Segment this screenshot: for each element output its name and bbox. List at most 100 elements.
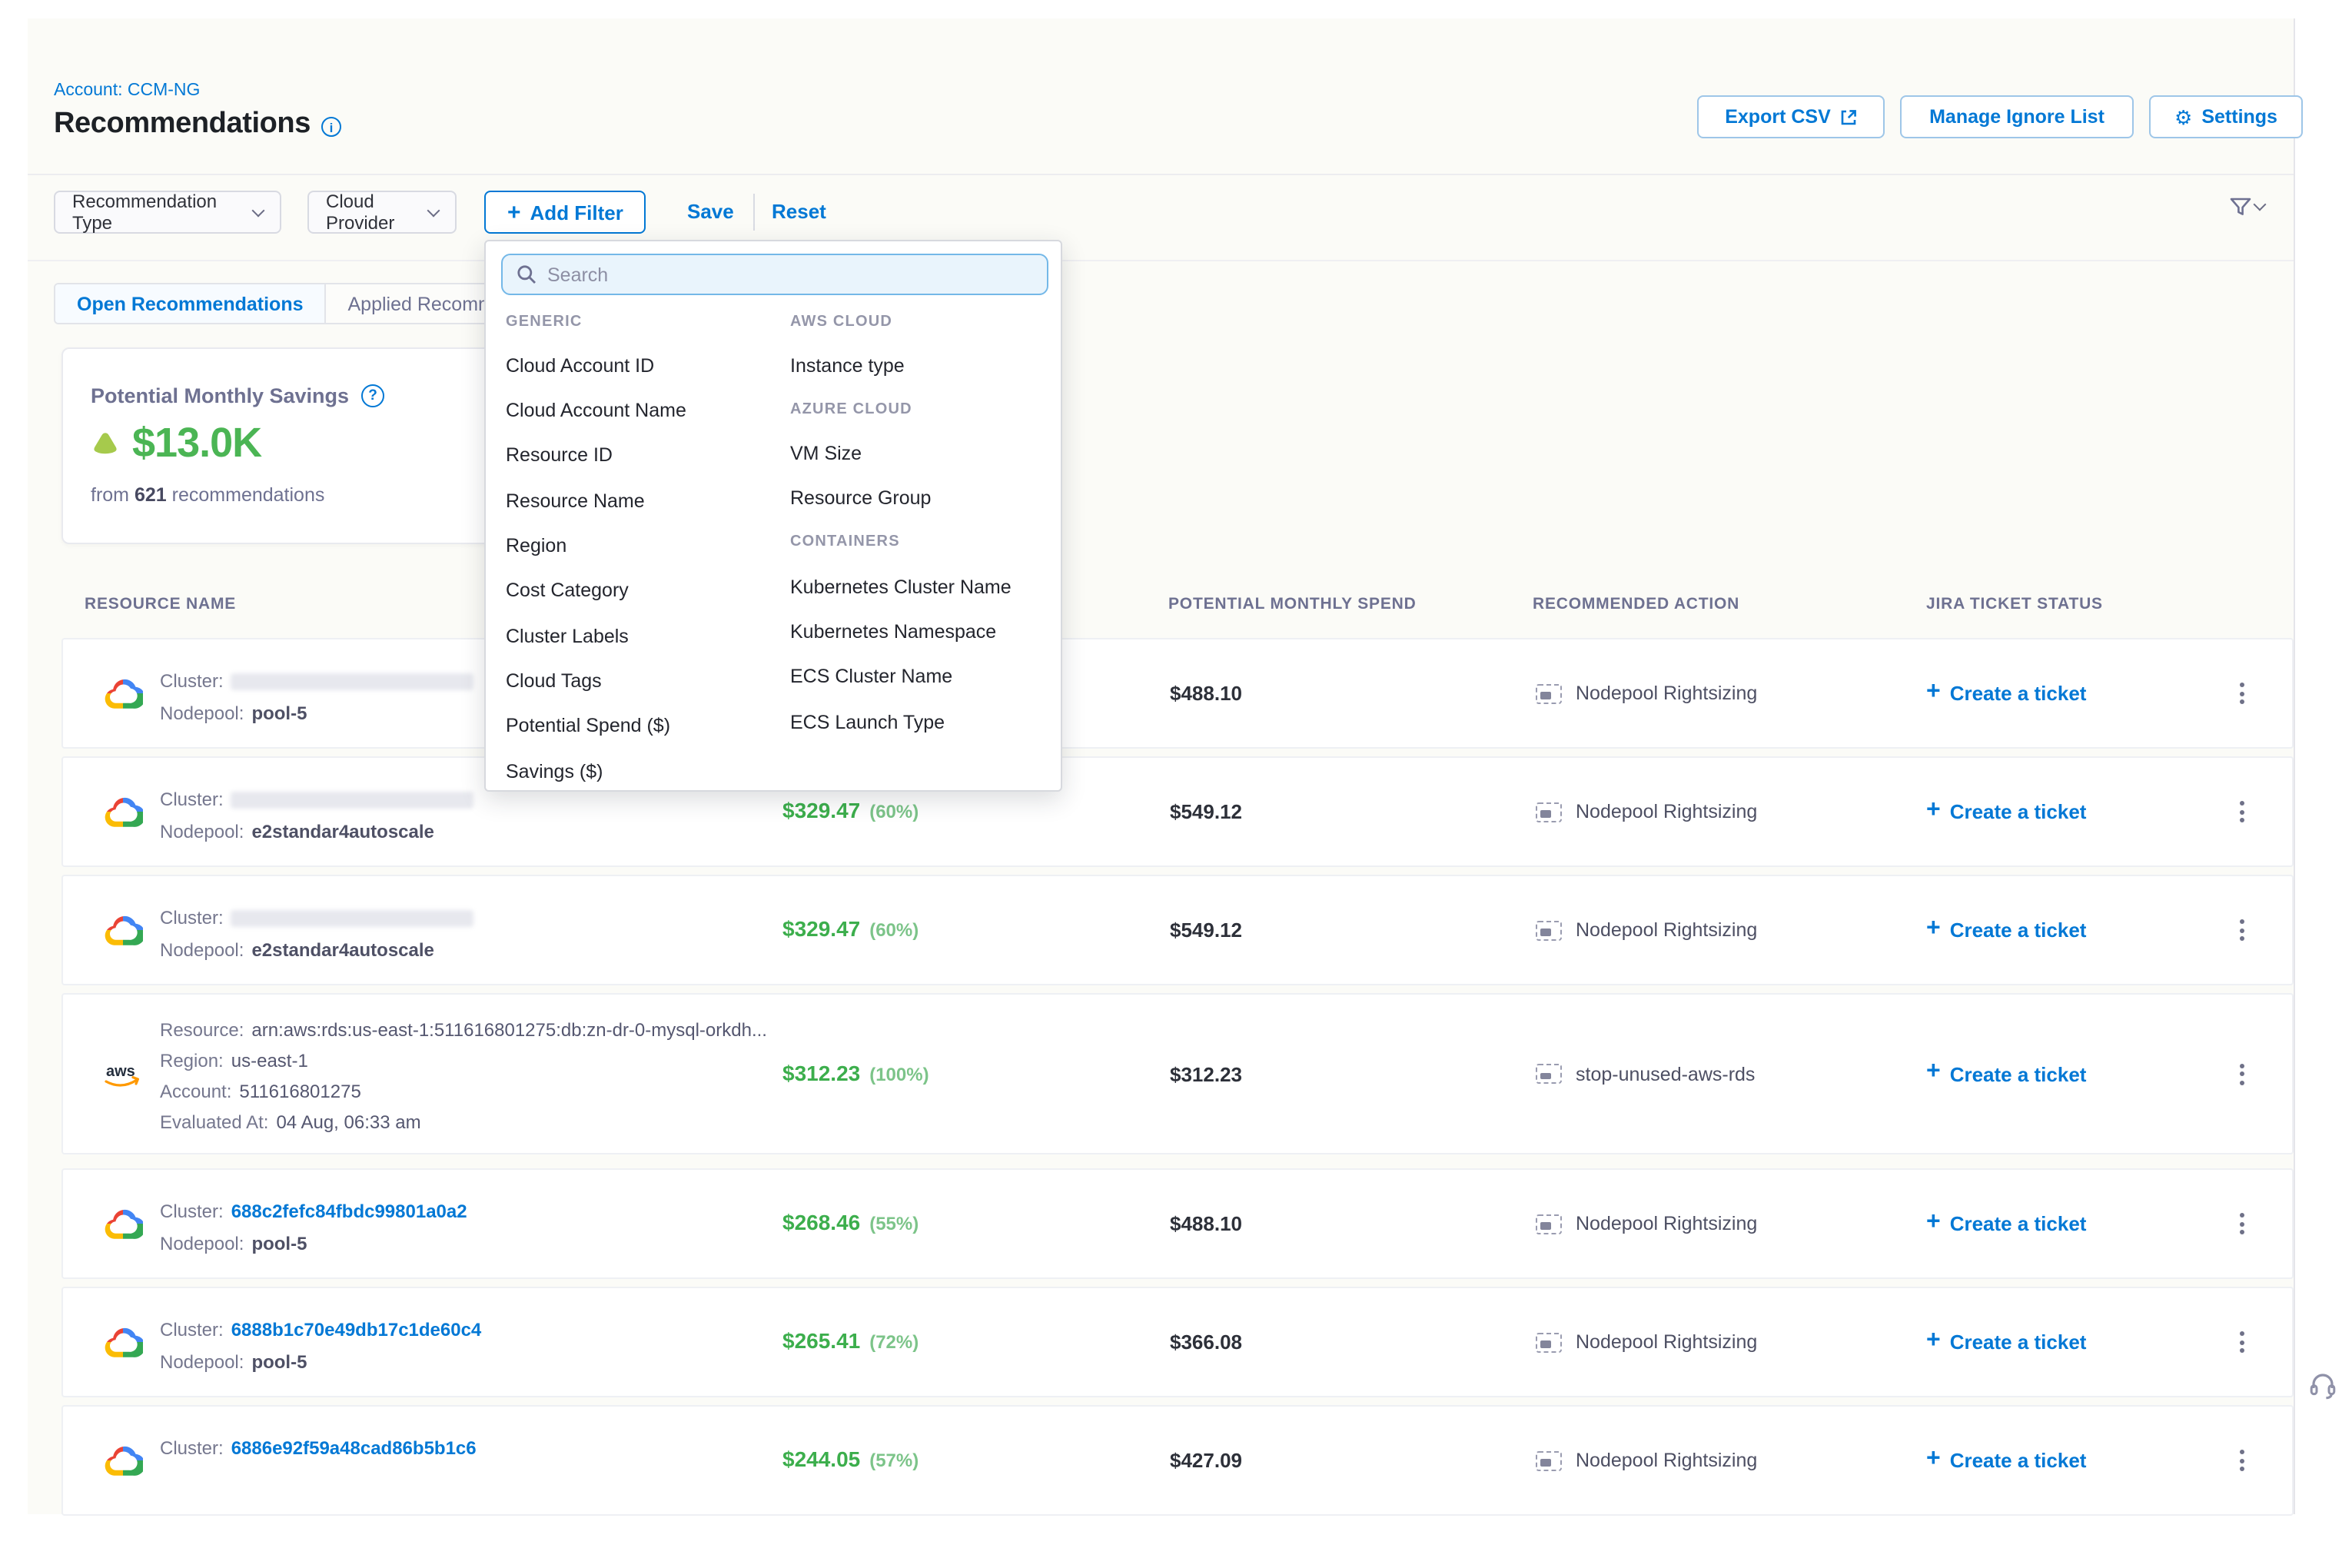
monthly-savings-cell: $329.47(60%) bbox=[782, 798, 919, 826]
create-ticket-button[interactable]: +Create a ticket bbox=[1926, 919, 2086, 942]
resource-line-value: e2standar4autoscale bbox=[251, 821, 434, 842]
save-filter-button[interactable]: Save bbox=[687, 200, 734, 223]
redacted-value bbox=[231, 674, 474, 691]
add-filter-dropdown: GENERICCloud Account IDCloud Account Nam… bbox=[484, 240, 1062, 792]
search-input[interactable] bbox=[547, 264, 1033, 285]
resource-line-value: 511616801275 bbox=[239, 1081, 360, 1102]
resource-line-label: Nodepool: bbox=[160, 939, 244, 961]
resource-line-label: Evaluated At: bbox=[160, 1111, 268, 1133]
filter-panel-toggle[interactable] bbox=[2229, 197, 2264, 217]
resource-line-label: Cluster: bbox=[160, 1437, 224, 1459]
table-row[interactable]: Cluster:6888b1c70e49db17c1de60c4Nodepool… bbox=[61, 1287, 2294, 1397]
cloud-provider-filter-chip[interactable]: Cloud Provider bbox=[307, 191, 457, 234]
support-headset-icon[interactable] bbox=[2306, 1368, 2340, 1410]
cloud-provider-label: Cloud Provider bbox=[326, 191, 417, 234]
create-ticket-button[interactable]: +Create a ticket bbox=[1926, 800, 2086, 823]
dropdown-item-cluster-labels[interactable]: Cluster Labels bbox=[506, 613, 782, 659]
gcp-provider-icon bbox=[101, 1444, 143, 1477]
dropdown-item-cloud-tags[interactable]: Cloud Tags bbox=[506, 659, 782, 704]
row-options-menu[interactable] bbox=[2234, 1207, 2251, 1241]
recommendation-type-icon bbox=[1536, 1332, 1562, 1352]
savings-value: $268.46 bbox=[782, 1210, 860, 1234]
resource-line-label: Cluster: bbox=[160, 789, 224, 810]
row-options-menu[interactable] bbox=[2234, 795, 2251, 829]
dropdown-item-region[interactable]: Region bbox=[506, 523, 782, 569]
create-ticket-label: Create a ticket bbox=[1950, 1062, 2087, 1085]
dropdown-item-resource-name[interactable]: Resource Name bbox=[506, 478, 782, 523]
dropdown-item-ecs-launch-type[interactable]: ECS Launch Type bbox=[790, 699, 1055, 745]
redacted-value bbox=[231, 911, 474, 928]
resource-line-value: 04 Aug, 06:33 am bbox=[276, 1111, 420, 1133]
gcp-cloud-icon bbox=[102, 1444, 142, 1477]
create-ticket-label: Create a ticket bbox=[1950, 1449, 2087, 1472]
resource-name-cell: Cluster:6888b1c70e49db17c1de60c4Nodepool… bbox=[160, 1314, 481, 1379]
dropdown-item-cloud-account-id[interactable]: Cloud Account ID bbox=[506, 343, 782, 388]
header-divider bbox=[28, 174, 2294, 175]
add-filter-button[interactable]: + Add Filter bbox=[484, 191, 646, 234]
recommendations-table: Cluster:Nodepool:pool-5$488.10Nodepool R… bbox=[61, 638, 2294, 1523]
table-row[interactable]: Cluster:Nodepool:e2standar4autoscale$329… bbox=[61, 756, 2294, 867]
dropdown-item-vm-size[interactable]: VM Size bbox=[790, 431, 1055, 477]
cluster-link[interactable]: 6888b1c70e49db17c1de60c4 bbox=[231, 1319, 482, 1340]
table-row[interactable]: Cluster:Nodepool:pool-5$488.10Nodepool R… bbox=[61, 638, 2294, 749]
dropdown-item-cost-category[interactable]: Cost Category bbox=[506, 568, 782, 613]
funnel-icon bbox=[2229, 197, 2252, 217]
recommendation-type-icon bbox=[1536, 1064, 1562, 1084]
recommended-action-label: Nodepool Rightsizing bbox=[1576, 919, 1757, 941]
dropdown-item-resource-id[interactable]: Resource ID bbox=[506, 433, 782, 478]
row-options-menu[interactable] bbox=[2234, 1057, 2251, 1091]
create-ticket-button[interactable]: +Create a ticket bbox=[1926, 1212, 2086, 1235]
table-row[interactable]: Cluster:Nodepool:e2standar4autoscale $329… bbox=[61, 875, 2294, 985]
table-row[interactable]: Cluster:688c2fefc84fbdc99801a0a2Nodepool… bbox=[61, 1168, 2294, 1279]
dropdown-item-resource-group[interactable]: Resource Group bbox=[790, 476, 1055, 521]
add-filter-label: Add Filter bbox=[530, 201, 623, 224]
recommendation-type-filter-chip[interactable]: Recommendation Type bbox=[54, 191, 281, 234]
monthly-savings-cell: $329.47(60%) bbox=[782, 916, 919, 944]
row-options-menu[interactable] bbox=[2234, 1325, 2251, 1359]
gcp-provider-icon bbox=[101, 796, 143, 828]
resource-line-label: Resource: bbox=[160, 1019, 244, 1041]
title-info-icon[interactable]: i bbox=[321, 117, 341, 137]
help-icon[interactable]: ? bbox=[361, 384, 384, 407]
savings-card-title: Potential Monthly Savings bbox=[91, 384, 349, 407]
dropdown-item-kubernetes-namespace[interactable]: Kubernetes Namespace bbox=[790, 610, 1055, 655]
dropdown-item-ecs-cluster-name[interactable]: ECS Cluster Name bbox=[790, 654, 1055, 699]
plus-icon: + bbox=[1926, 916, 1941, 941]
dropdown-search[interactable] bbox=[501, 254, 1048, 295]
create-ticket-button[interactable]: +Create a ticket bbox=[1926, 1330, 2086, 1354]
create-ticket-button[interactable]: +Create a ticket bbox=[1926, 1449, 2086, 1472]
aws-icon: aws bbox=[101, 1058, 143, 1089]
potential-monthly-spend-cell: $549.12 bbox=[1170, 800, 1242, 823]
dropdown-item-kubernetes-cluster-name[interactable]: Kubernetes Cluster Name bbox=[790, 564, 1055, 610]
row-options-menu[interactable] bbox=[2234, 1443, 2251, 1477]
resource-line-label: Nodepool: bbox=[160, 1351, 244, 1373]
create-ticket-button[interactable]: +Create a ticket bbox=[1926, 682, 2086, 705]
dropdown-item-cloud-account-name[interactable]: Cloud Account Name bbox=[506, 388, 782, 434]
plus-icon: + bbox=[1926, 1328, 1941, 1353]
create-ticket-button[interactable]: +Create a ticket bbox=[1926, 1062, 2086, 1085]
recommendation-count: 621 bbox=[135, 484, 167, 506]
dropdown-item-potential-spend[interactable]: Potential Spend ($) bbox=[506, 703, 782, 749]
cluster-link[interactable]: 688c2fefc84fbdc99801a0a2 bbox=[231, 1201, 467, 1222]
account-breadcrumb[interactable]: Account: CCM-NG bbox=[54, 81, 200, 100]
recommended-action-label: Nodepool Rightsizing bbox=[1576, 801, 1757, 822]
reset-filter-button[interactable]: Reset bbox=[772, 200, 826, 223]
row-options-menu[interactable] bbox=[2234, 676, 2251, 710]
svg-text:aws: aws bbox=[106, 1062, 135, 1079]
manage-ignore-list-button[interactable]: Manage Ignore List bbox=[1900, 95, 2134, 138]
row-options-menu[interactable] bbox=[2234, 913, 2251, 947]
savings-leaf-icon bbox=[91, 430, 120, 457]
cluster-link[interactable]: 6886e92f59a48cad86b5b1c6 bbox=[231, 1437, 477, 1459]
table-row[interactable]: Cluster:6886e92f59a48cad86b5b1c6$244.05(… bbox=[61, 1405, 2294, 1516]
savings-amount: $13.0K bbox=[132, 420, 261, 467]
settings-button[interactable]: ⚙ Settings bbox=[2149, 95, 2303, 138]
tab-open-recommendations[interactable]: Open Recommendations bbox=[55, 284, 327, 323]
dropdown-item-instance-type[interactable]: Instance type bbox=[790, 343, 1055, 388]
resource-name-cell: Cluster:Nodepool:e2standar4autoscale bbox=[160, 902, 474, 967]
savings-value: $312.23 bbox=[782, 1060, 860, 1085]
recommended-action-label: Nodepool Rightsizing bbox=[1576, 1331, 1757, 1353]
dropdown-item-savings[interactable]: Savings ($) bbox=[506, 749, 782, 794]
resource-line-value: pool-5 bbox=[251, 703, 307, 724]
export-csv-button[interactable]: Export CSV bbox=[1697, 95, 1885, 138]
table-row[interactable]: awsResource:arn:aws:rds:us-east-1:511616… bbox=[61, 993, 2294, 1154]
